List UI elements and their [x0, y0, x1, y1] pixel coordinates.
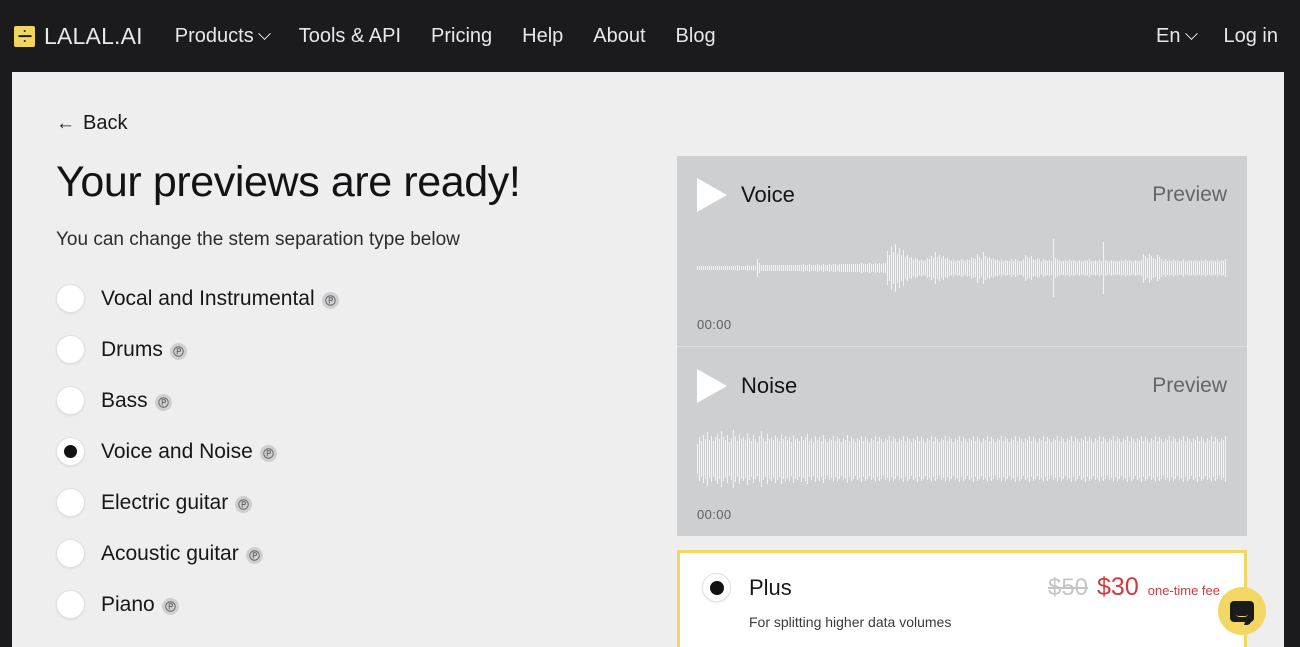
stem-option-label: Piano: [101, 593, 179, 617]
back-link[interactable]: ← Back: [56, 112, 127, 135]
arrow-left-icon: ←: [56, 114, 75, 133]
back-link-label: Back: [83, 112, 127, 135]
stem-option-label: Vocal and Instrumental: [101, 287, 339, 311]
play-icon[interactable]: [697, 178, 727, 212]
nav-right-group: En Log in: [1156, 25, 1278, 48]
preview-player-voice: Voice Preview 00:00: [677, 156, 1247, 346]
app-frame: LALAL.AI Products Tools & API Pricing He…: [0, 0, 1300, 647]
nav-link-products-label: Products: [175, 25, 254, 48]
left-column: ← Back Your previews are ready! You can …: [12, 72, 632, 619]
nav-link-pricing-label: Pricing: [431, 25, 492, 48]
nav-link-help[interactable]: Help: [522, 25, 563, 48]
stem-option-acoustic-guitar[interactable]: Acoustic guitar: [56, 539, 632, 568]
plan-name: Plus: [749, 575, 792, 601]
preview-p-icon: [322, 292, 339, 309]
page-title: Your previews are ready!: [56, 159, 632, 205]
stem-option-label: Electric guitar: [101, 491, 252, 515]
nav-link-products[interactable]: Products: [175, 25, 269, 48]
stem-option-bass[interactable]: Bass: [56, 386, 632, 415]
price-original: $50: [1048, 574, 1088, 602]
player-timestamp: 00:00: [697, 317, 732, 332]
page-subtitle: You can change the stem separation type …: [56, 227, 516, 254]
preview-p-icon: [162, 598, 179, 615]
brand-name: LALAL.AI: [44, 23, 143, 50]
divide-square-logo-icon: [14, 26, 35, 47]
play-icon[interactable]: [697, 369, 727, 403]
player-timestamp: 00:00: [697, 507, 732, 522]
preview-p-icon: [246, 547, 263, 564]
radio-button[interactable]: [56, 437, 85, 466]
chat-widget-button[interactable]: [1218, 587, 1266, 635]
top-navigation-bar: LALAL.AI Products Tools & API Pricing He…: [0, 0, 1300, 72]
stem-option-piano[interactable]: Piano: [56, 590, 632, 619]
nav-link-blog[interactable]: Blog: [676, 25, 716, 48]
radio-button[interactable]: [56, 539, 85, 568]
page-content-sheet: ← Back Your previews are ready! You can …: [12, 72, 1284, 647]
plan-card-header: Plus $50 $30 one-time fee: [702, 573, 1220, 602]
stem-option-voice-and-noise[interactable]: Voice and Noise: [56, 437, 632, 466]
preview-p-icon: [235, 496, 252, 513]
nav-link-about[interactable]: About: [593, 25, 645, 48]
preview-player-noise: Noise Preview 00:00: [677, 346, 1247, 536]
radio-button[interactable]: [56, 488, 85, 517]
stem-option-label: Drums: [101, 338, 187, 362]
stem-option-electric-guitar[interactable]: Electric guitar: [56, 488, 632, 517]
plan-description: For splitting higher data volumes: [749, 614, 1220, 630]
waveform-noise[interactable]: [697, 429, 1227, 489]
stem-type-radio-group: Vocal and Instrumental Drums Bass Voice and…: [56, 284, 632, 619]
nav-link-pricing[interactable]: Pricing: [431, 25, 492, 48]
stem-option-label: Bass: [101, 389, 172, 413]
player-title: Noise: [741, 373, 797, 399]
price-note: one-time fee: [1148, 583, 1220, 598]
language-selector-label: En: [1156, 25, 1180, 48]
radio-button[interactable]: [56, 335, 85, 364]
player-header: Noise Preview: [697, 369, 1227, 403]
radio-button[interactable]: [56, 590, 85, 619]
plan-radio-plus[interactable]: [702, 573, 731, 602]
waveform-voice[interactable]: [697, 238, 1227, 298]
nav-link-help-label: Help: [522, 25, 563, 48]
stem-option-vocal-and-instrumental[interactable]: Vocal and Instrumental: [56, 284, 632, 313]
chat-bubble-icon: [1230, 601, 1254, 622]
stem-option-label: Acoustic guitar: [101, 542, 263, 566]
primary-nav-links: Products Tools & API Pricing Help About …: [175, 25, 716, 48]
price-discounted: $30: [1097, 573, 1139, 602]
nav-link-tools-api-label: Tools & API: [299, 25, 401, 48]
plan-price-group: $50 $30 one-time fee: [1048, 573, 1220, 602]
preview-p-icon: [260, 445, 277, 462]
right-column: Voice Preview 00:00 Noise Preview 00:00: [677, 156, 1247, 647]
preview-p-icon: [155, 394, 172, 411]
stem-option-drums[interactable]: Drums: [56, 335, 632, 364]
login-button[interactable]: Log in: [1224, 25, 1279, 48]
preview-p-icon: [170, 343, 187, 360]
preview-badge: Preview: [1152, 183, 1227, 207]
radio-button[interactable]: [56, 386, 85, 415]
chevron-down-icon: [258, 27, 271, 40]
language-selector[interactable]: En: [1156, 25, 1195, 48]
nav-link-tools-api[interactable]: Tools & API: [299, 25, 401, 48]
plan-card-plus[interactable]: Plus $50 $30 one-time fee For splitting …: [677, 550, 1247, 647]
nav-link-about-label: About: [593, 25, 645, 48]
stem-option-label: Voice and Noise: [101, 440, 277, 464]
radio-button[interactable]: [56, 284, 85, 313]
brand-logo-link[interactable]: LALAL.AI: [14, 23, 143, 50]
preview-badge: Preview: [1152, 374, 1227, 398]
nav-link-blog-label: Blog: [676, 25, 716, 48]
player-header: Voice Preview: [697, 178, 1227, 212]
player-title: Voice: [741, 182, 795, 208]
chevron-down-icon: [1185, 27, 1198, 40]
